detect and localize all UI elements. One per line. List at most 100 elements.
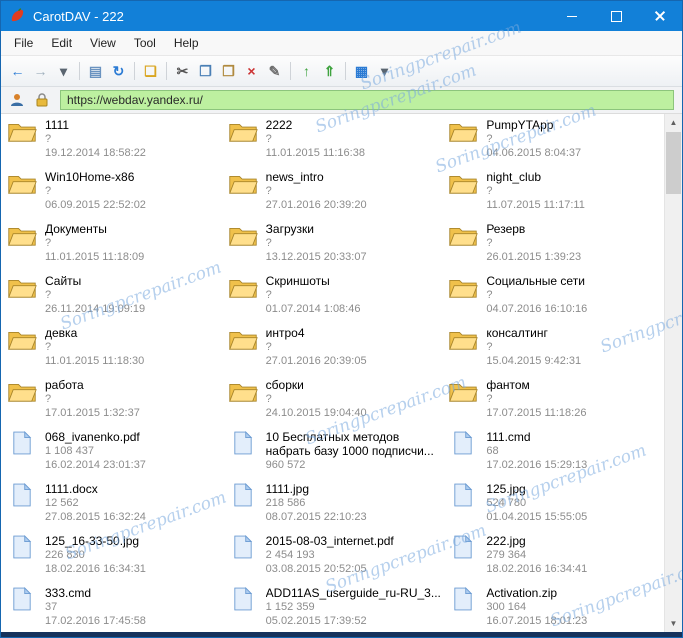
item-size: ? [45, 341, 52, 353]
item-size: 2 454 193 [265, 549, 315, 561]
close-button[interactable] [638, 1, 682, 31]
item-name: девка [45, 326, 78, 340]
menu-edit[interactable]: Edit [42, 32, 81, 54]
file-item[interactable]: Activation.zip 300 164 16.07.2015 18:01:… [444, 584, 665, 632]
item-name: 333.cmd [45, 586, 92, 600]
rename-button[interactable]: ✎ [263, 60, 286, 82]
file-icon [6, 586, 38, 611]
folder-item[interactable]: фантом ? 17.07.2015 11:18:26 [444, 376, 665, 428]
folder-item[interactable]: Win10Home-x86 ? 06.09.2015 22:52:02 [3, 168, 224, 220]
paste-button[interactable]: ❒ [217, 60, 240, 82]
item-size: ? [486, 133, 493, 145]
item-size: ? [45, 133, 52, 145]
file-item[interactable]: 068_ivanenko.pdf 1 108 437 16.02.2014 23… [3, 428, 224, 480]
file-item[interactable]: 125_16-33-50.jpg 226 830 18.02.2016 16:3… [3, 532, 224, 584]
security-button[interactable] [31, 89, 53, 111]
new-folder-button[interactable]: ❏ [139, 60, 162, 82]
item-name: работа [45, 378, 84, 392]
item-date: 11.07.2015 11:17:11 [486, 199, 585, 211]
folder-item[interactable]: интро4 ? 27.01.2016 20:39:05 [224, 324, 445, 376]
toolbar-separator [345, 62, 346, 80]
maximize-button[interactable] [594, 1, 638, 31]
folder-icon [447, 274, 479, 300]
item-name: 125.jpg [486, 482, 526, 496]
item-size: 279 364 [486, 549, 527, 561]
item-date: 04.07.2016 16:10:16 [486, 303, 588, 315]
file-item[interactable]: 10 Бесплатных методов набрать базу 1000 … [224, 428, 445, 480]
folder-item[interactable]: 2222 ? 11.01.2015 11:16:38 [224, 116, 445, 168]
toolbar-separator [134, 62, 135, 80]
item-size: ? [265, 133, 272, 145]
folder-item[interactable]: PumpYTApp ? 04.06.2015 8:04:37 [444, 116, 665, 168]
view-button[interactable]: ▦ [350, 60, 373, 82]
folder-item[interactable]: Загрузки ? 13.12.2015 20:33:07 [224, 220, 445, 272]
folder-item[interactable]: сборки ? 24.10.2015 19:04:40 [224, 376, 445, 428]
folder-item[interactable]: Сайты ? 26.11.2014 19:09:19 [3, 272, 224, 324]
properties-button[interactable]: ▤ [84, 60, 107, 82]
folder-icon [6, 378, 38, 404]
copy-button[interactable]: ❐ [194, 60, 217, 82]
titlebar: CarotDAV - 222 [1, 1, 682, 31]
connection-button[interactable] [6, 89, 28, 111]
folder-item[interactable]: news_intro ? 27.01.2016 20:39:20 [224, 168, 445, 220]
file-item[interactable]: 125.jpg 524 780 01.04.2015 15:55:05 [444, 480, 665, 532]
item-date: 19.12.2014 18:58:22 [45, 147, 146, 159]
item-size: ? [486, 393, 493, 405]
folder-item[interactable]: night_club ? 11.07.2015 11:17:11 [444, 168, 665, 220]
file-item[interactable]: 111.cmd 68 17.02.2016 15:29:13 [444, 428, 665, 480]
folder-item[interactable]: Скриншоты ? 01.07.2014 1:08:46 [224, 272, 445, 324]
item-name: night_club [486, 170, 542, 184]
file-item[interactable]: 1111.docx 12 562 27.08.2015 16:32:24 [3, 480, 224, 532]
folder-item[interactable]: Резерв ? 26.01.2015 1:39:23 [444, 220, 665, 272]
cut-button[interactable]: ✂ [171, 60, 194, 82]
folder-item[interactable]: Социальные сети ? 04.07.2016 16:10:16 [444, 272, 665, 324]
folder-item[interactable]: консалтинг ? 15.04.2015 9:42:31 [444, 324, 665, 376]
item-name: Win10Home-x86 [45, 170, 135, 184]
scrollbar-thumb[interactable] [666, 132, 681, 194]
item-size: 960 572 [265, 459, 306, 471]
menu-tool[interactable]: Tool [125, 32, 165, 54]
view-dropdown[interactable]: ▾ [373, 60, 396, 82]
menu-view[interactable]: View [81, 32, 125, 54]
upload-button[interactable]: ↑ [295, 60, 318, 82]
menu-help[interactable]: Help [165, 32, 208, 54]
folder-icon [447, 378, 479, 404]
menu-file[interactable]: File [5, 32, 42, 54]
folder-item[interactable]: девка ? 11.01.2015 11:18:30 [3, 324, 224, 376]
file-icon [6, 482, 38, 507]
item-size: ? [265, 341, 272, 353]
back-button[interactable]: ← [6, 60, 29, 82]
delete-button[interactable]: × [240, 60, 263, 82]
refresh-button[interactable]: ↻ [107, 60, 130, 82]
history-dropdown[interactable]: ▾ [52, 60, 75, 82]
item-date: 01.07.2014 1:08:46 [265, 303, 361, 315]
item-date: 15.04.2015 9:42:31 [486, 355, 582, 367]
minimize-button[interactable] [550, 1, 594, 31]
folder-item[interactable]: Документы ? 11.01.2015 11:18:09 [3, 220, 224, 272]
item-date: 01.04.2015 15:55:05 [486, 511, 588, 523]
address-input[interactable] [60, 90, 674, 110]
folder-item[interactable]: 1111 ? 19.12.2014 18:58:22 [3, 116, 224, 168]
forward-button[interactable]: → [29, 60, 52, 82]
file-item[interactable]: 333.cmd 37 17.02.2016 17:45:58 [3, 584, 224, 632]
item-date: 24.10.2015 19:04:40 [265, 407, 367, 419]
item-name: 2222 [265, 118, 293, 132]
item-name: 1111.docx [45, 482, 98, 496]
scroll-down-icon[interactable]: ▼ [665, 615, 682, 632]
download-button[interactable]: ⇑ [318, 60, 341, 82]
item-size: 12 562 [45, 497, 79, 509]
file-icon [447, 534, 479, 559]
file-item[interactable]: ADD11AS_userguide_ru-RU_3... 1 152 359 0… [224, 584, 445, 632]
folder-icon [227, 170, 259, 196]
file-item[interactable]: 222.jpg 279 364 18.02.2016 16:34:41 [444, 532, 665, 584]
folder-item[interactable]: работа ? 17.01.2015 1:32:37 [3, 376, 224, 428]
file-item[interactable]: 1111.jpg 218 586 08.07.2015 22:10:23 [224, 480, 445, 532]
item-date: 04.06.2015 8:04:37 [486, 147, 582, 159]
item-name: 125_16-33-50.jpg [45, 534, 140, 548]
item-date: 08.07.2015 22:10:23 [265, 511, 367, 523]
item-size: 37 [45, 601, 58, 613]
file-grid: 1111 ? 19.12.2014 18:58:22 2222 ? 11.01.… [3, 116, 665, 632]
scrollbar[interactable]: ▲ ▼ [664, 114, 682, 632]
file-item[interactable]: 2015-08-03_internet.pdf 2 454 193 03.08.… [224, 532, 445, 584]
scroll-up-icon[interactable]: ▲ [665, 114, 682, 131]
